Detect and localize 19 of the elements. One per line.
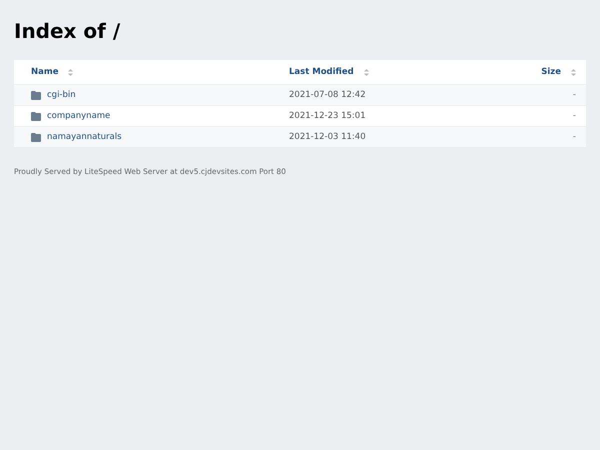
sort-icon	[364, 68, 369, 76]
file-size: -	[572, 132, 576, 142]
file-link[interactable]: companyname	[47, 111, 110, 121]
folder-icon	[31, 112, 41, 120]
file-link[interactable]: cgi-bin	[47, 90, 76, 100]
page-title: Index of /	[14, 19, 122, 43]
file-size: -	[572, 90, 576, 100]
modified-date: 2021-07-08 12:42	[289, 90, 367, 100]
sort-icon	[68, 68, 74, 76]
file-link[interactable]: namayannaturals	[47, 132, 122, 142]
modified-date: 2021-12-03 11:40	[289, 132, 367, 142]
file-size: -	[572, 111, 576, 121]
column-header[interactable]: Last Modified	[289, 67, 516, 77]
modified-date: 2021-12-23 15:01	[289, 111, 367, 121]
folder-icon	[31, 90, 41, 100]
sort-icon	[571, 68, 576, 76]
column-header[interactable]: Name	[31, 67, 289, 77]
folder-icon	[31, 132, 41, 142]
column-header[interactable]: Size	[541, 67, 576, 77]
